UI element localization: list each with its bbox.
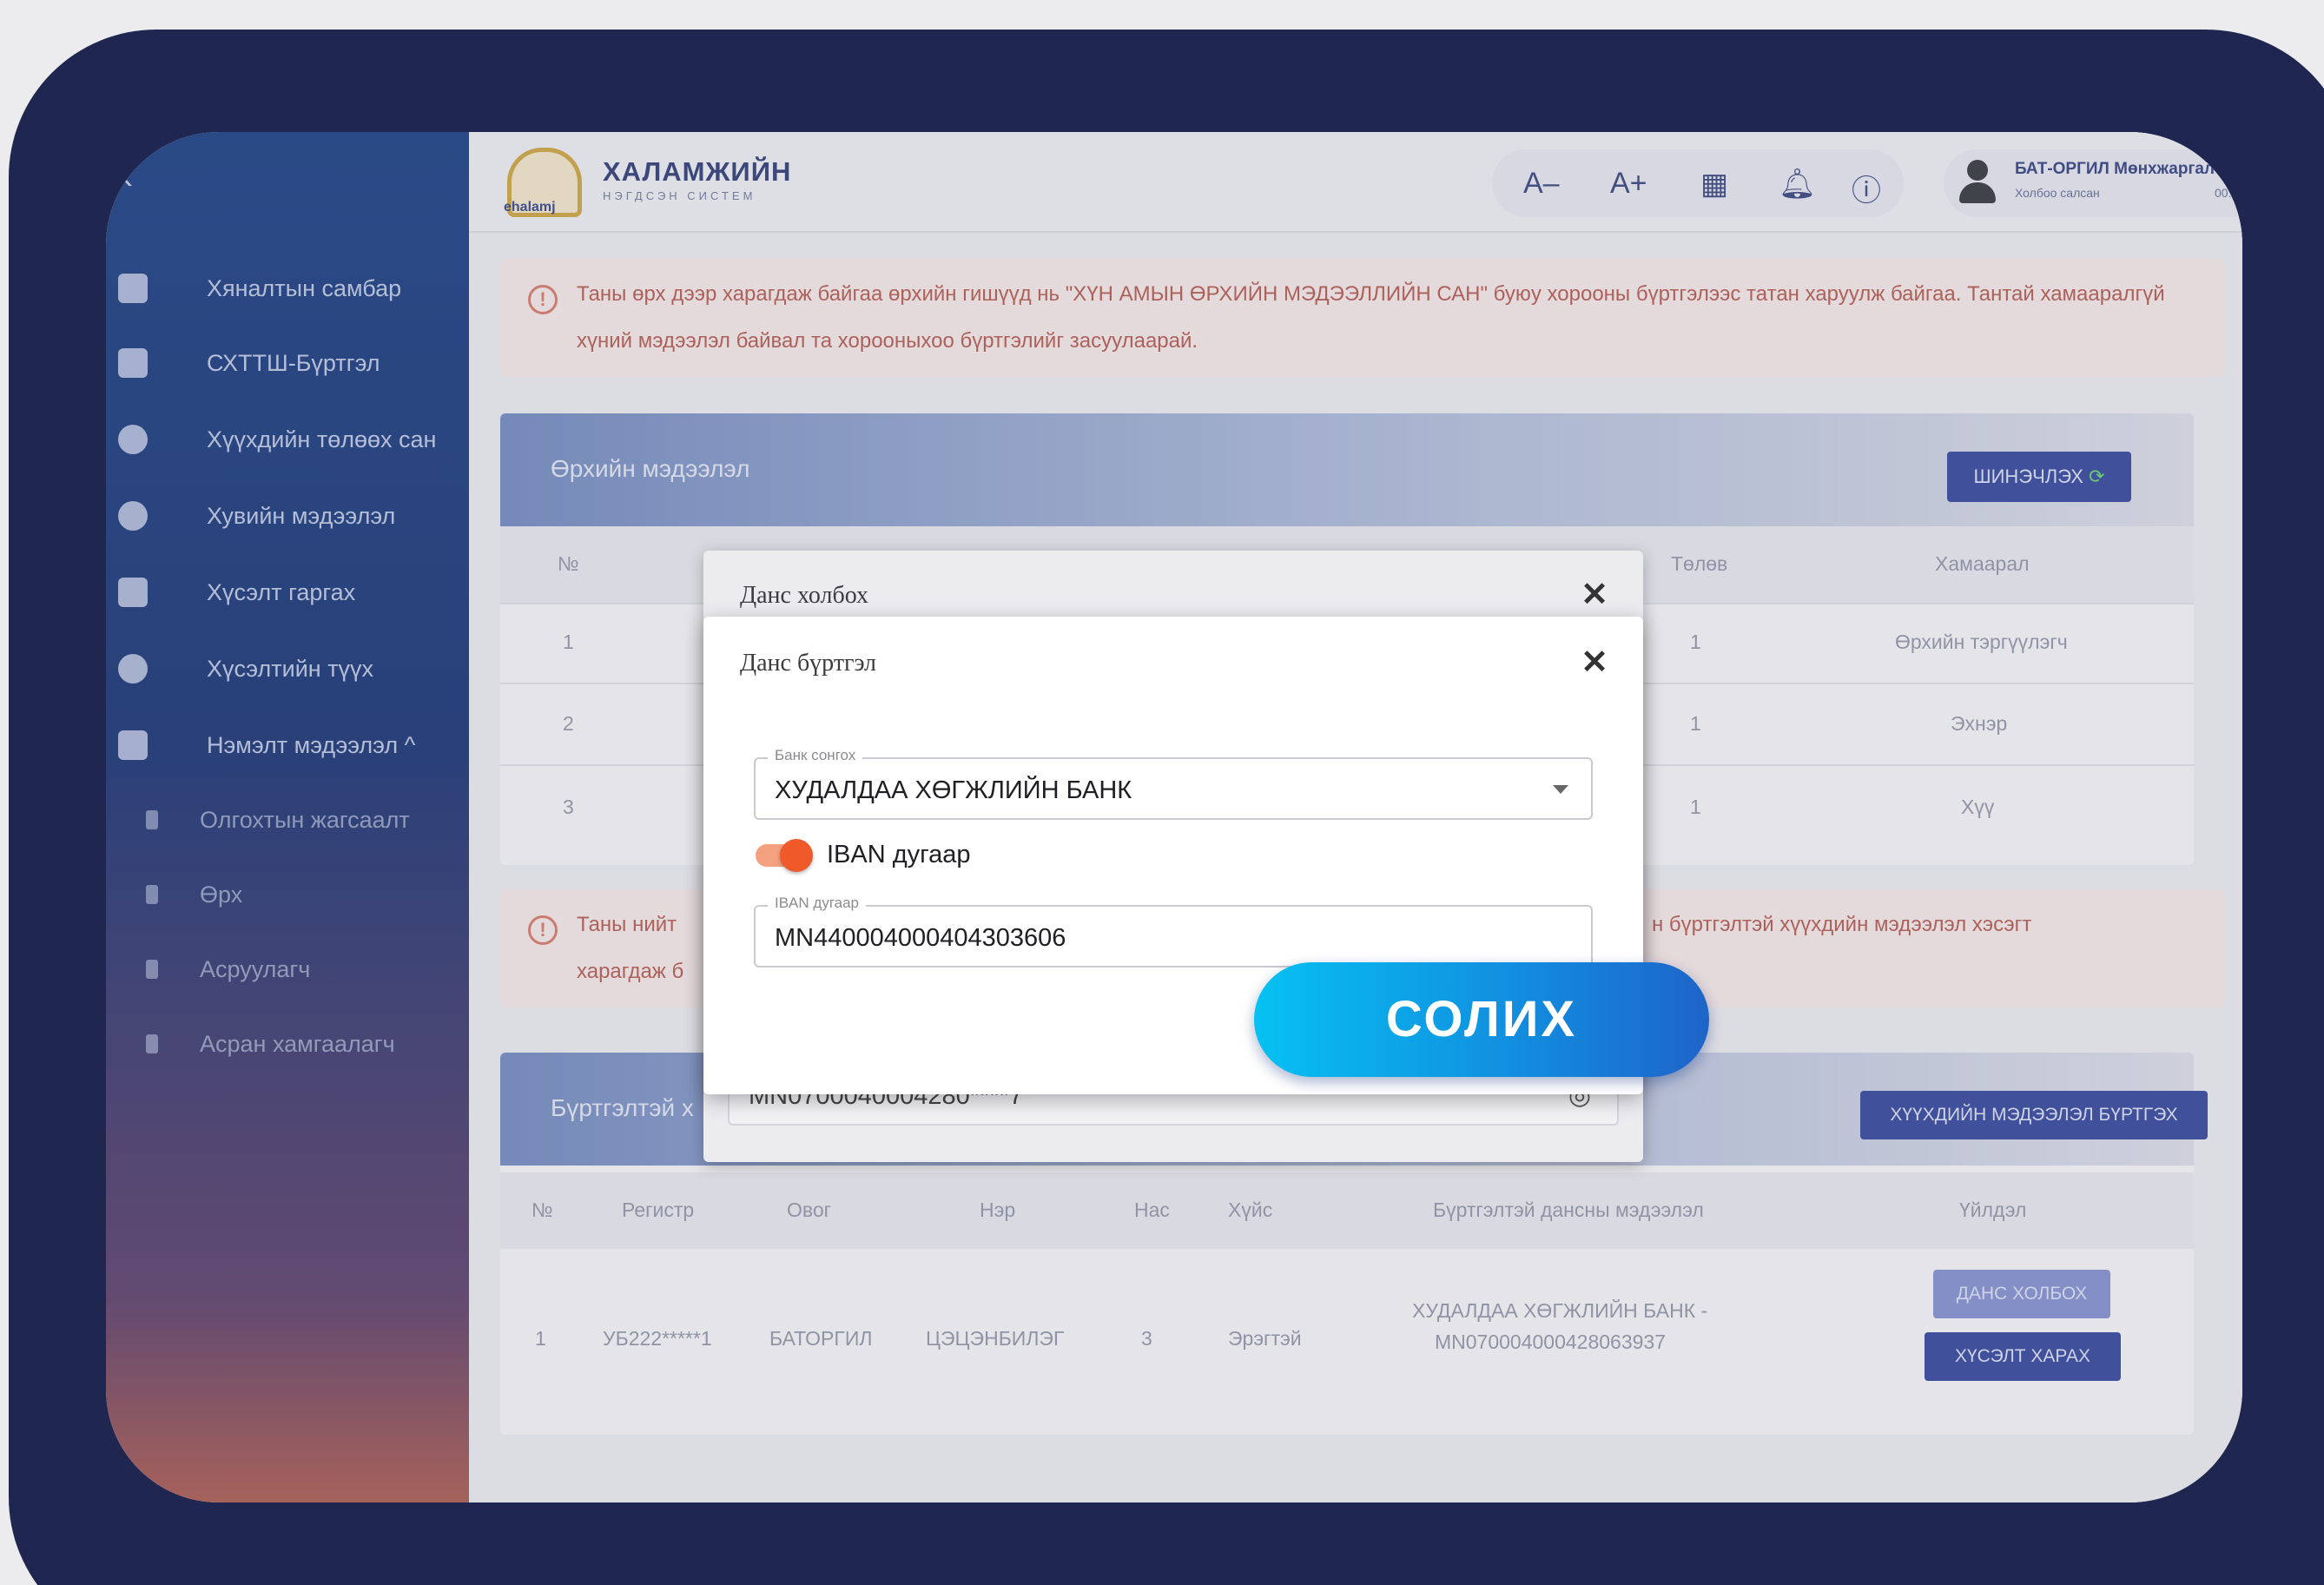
toggle-knob[interactable] [780,839,813,872]
replace-button[interactable]: СОЛИХ [1254,962,1709,1077]
dropdown-caret-icon [1553,785,1568,794]
bank-value: ХУДАЛДАА ХӨГЖЛИЙН БАНК [775,776,1132,804]
bank-select[interactable]: Банк сонгох ХУДАЛДАА ХӨГЖЛИЙН БАНК [754,747,1593,820]
iban-input[interactable]: IBAN дугаар MN440004000404303606 [754,895,1593,968]
field-label: IBAN дугаар [768,895,867,912]
modal-title: Данс бүртгэл [740,650,877,677]
modal-title: Данс холбох [740,582,869,609]
close-icon[interactable]: ✕ [1581,643,1608,682]
iban-toggle-label: IBAN дугаар [827,841,971,868]
field-label: Банк сонгох [768,747,863,764]
close-icon[interactable]: ✕ [1581,575,1608,614]
iban-value: MN440004000404303606 [775,924,1066,952]
sidebar-backdrop [106,132,469,1502]
